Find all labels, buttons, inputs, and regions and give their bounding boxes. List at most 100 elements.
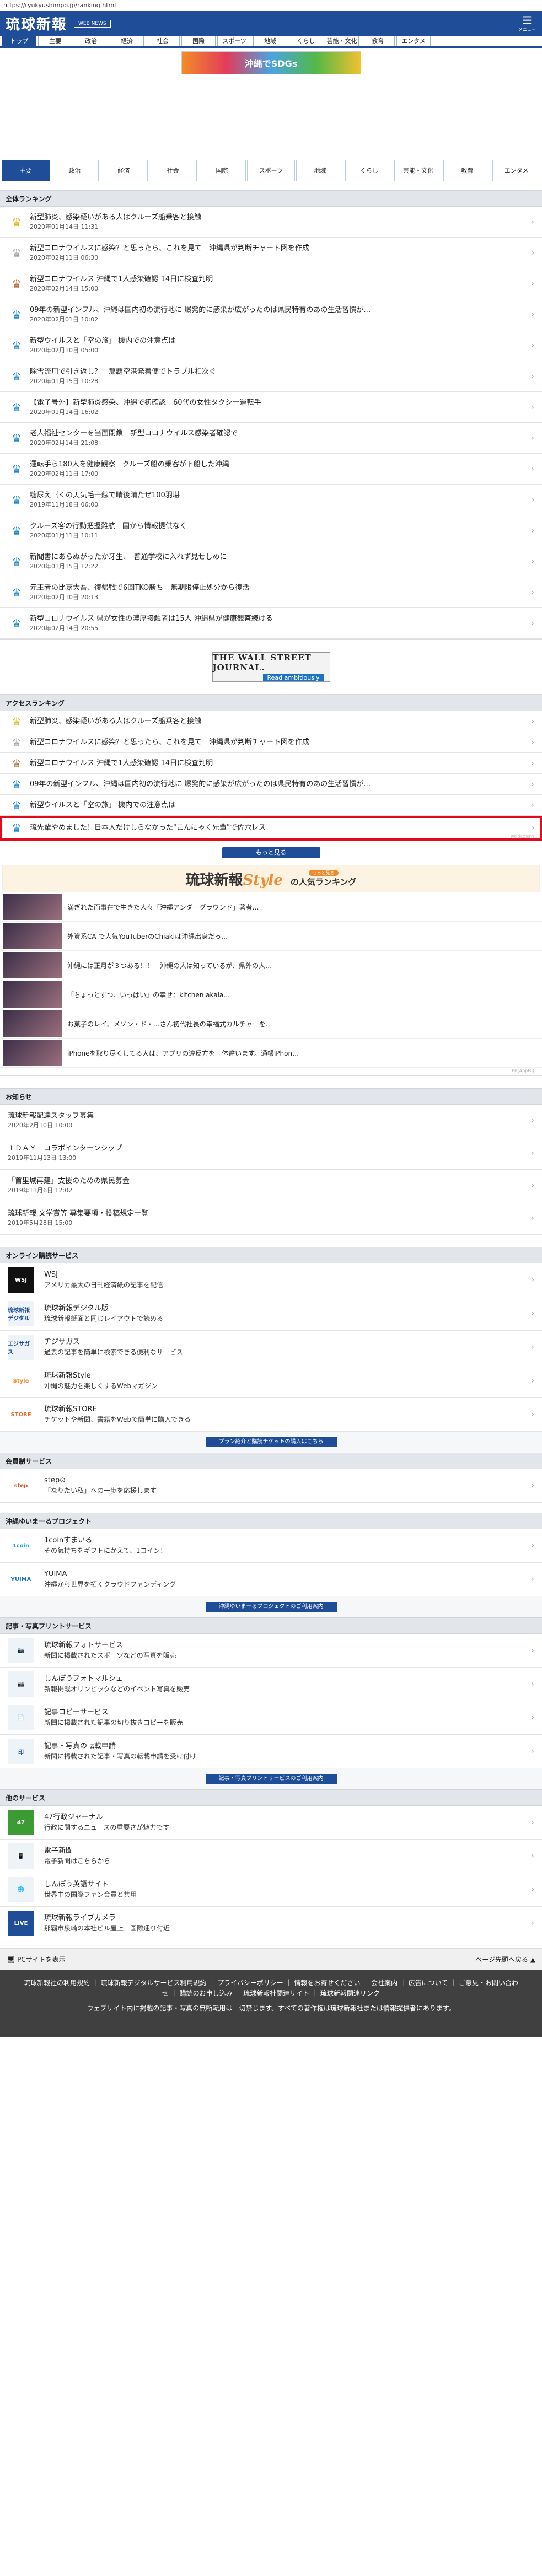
service-text: ヂジサガス 過去の記事を簡単に検索できる便利なサービス bbox=[44, 1337, 183, 1357]
top-nav-item[interactable]: 芸能・文化 bbox=[325, 36, 359, 46]
access-ranking-row[interactable]: ♛ 新型コロナウイルス 沖縄で1人感染確認 14日に検査判明 › bbox=[0, 753, 542, 774]
service-row[interactable]: 📱 電子新聞 電子新聞はこちらから › bbox=[0, 1840, 542, 1873]
top-nav-item[interactable]: 国際 bbox=[181, 36, 216, 46]
category-tab[interactable]: エンタメ bbox=[492, 160, 540, 181]
service-row[interactable]: 1coin 1coinすまいる その気持ちをギフトにかえて、1コイン！ › bbox=[0, 1529, 542, 1563]
sdgs-banner[interactable]: 沖縄でSDGs bbox=[0, 48, 542, 78]
ranking-row[interactable]: ♛ 糖尿え｛くの天気毛一線で晴後晴たぜ100羽堪 2019年11月18日 06:00… bbox=[0, 485, 542, 515]
service-desc: 新聞に掲載されたスポーツなどの写真を販売 bbox=[44, 1652, 176, 1659]
sdgs-banner-image: 沖縄でSDGs bbox=[181, 51, 361, 74]
service-row[interactable]: Style 琉球新報Style 沖縄の魅力を楽しくするWebマガジン › bbox=[0, 1364, 542, 1398]
service-row[interactable]: 47 47行政ジャーナル 行政に関するニュースの重要さが魅力です › bbox=[0, 1806, 542, 1840]
hamburger-icon: ☰ bbox=[522, 14, 532, 27]
news-row[interactable]: １ＤＡＹ コラボインターンシップ 2019年11月13日 13:00 › bbox=[0, 1137, 542, 1170]
top-nav-item[interactable]: スポーツ bbox=[217, 36, 251, 46]
top-nav-item[interactable]: 経済 bbox=[110, 36, 144, 46]
footer-links[interactable]: 琉球新報社の利用規約 ｜ 琉球新報デジタルサービス利用規約 ｜ プライバシーポリ… bbox=[22, 1978, 520, 1999]
ranking-row[interactable]: ♛ 新型肺炎、感染疑いがある人はクルーズ船乗客と接触 2020年01月14日 11:… bbox=[0, 207, 542, 238]
ranking-row[interactable]: ♛ 09年の新型インフル、沖縄は国内初の流行地に 爆発的に感染が広がったのは県民特… bbox=[0, 299, 542, 330]
category-tab[interactable]: 芸能・文化 bbox=[394, 160, 442, 181]
service-row[interactable]: 📷 しんぽうフォトマルシェ 新報掲載オリンピックなどのイベント写真を販売 › bbox=[0, 1668, 542, 1701]
style-row[interactable]: 満ぎれた而事在で生きた人々「沖縄アンダーグラウンド」著者… bbox=[0, 892, 542, 922]
menu-button[interactable]: ☰ メニュー bbox=[518, 14, 536, 33]
news-row[interactable]: 琉球新報 文学賞等 募集要項・投稿規定一覧 2019年5月28日 15:00 › bbox=[0, 1202, 542, 1235]
category-tab[interactable]: 社会 bbox=[149, 160, 197, 181]
service-name: ヂジサガス bbox=[44, 1338, 81, 1346]
project-info-link[interactable]: 沖縄ゆいまーるプロジェクトのご利用案内 bbox=[205, 1602, 337, 1612]
category-tab[interactable]: 教育 bbox=[443, 160, 491, 181]
service-row[interactable]: エジサガス ヂジサガス 過去の記事を簡単に検索できる便利なサービス › bbox=[0, 1331, 542, 1364]
service-name: しんぽう英語サイト bbox=[44, 1880, 109, 1889]
service-row[interactable]: LIVE 琉球新報ライブカメラ 那覇市泉崎の本社ビル屋上 国際通り付近 › bbox=[0, 1907, 542, 1940]
ranking-text: 09年の新型インフル、沖縄は国内初の流行地に 爆発的に感染が広がったのは県民特有… bbox=[30, 305, 371, 324]
ranking-row[interactable]: ♛ 運転手ら180人を健康観察 クルーズ船の乗客が下船した沖縄 2020年02月11… bbox=[0, 454, 542, 485]
more-button[interactable]: もっと見る bbox=[222, 847, 320, 858]
category-tab[interactable]: 主要 bbox=[2, 160, 50, 181]
access-ranking-title: 新型コロナウイルスに感染？と思ったら、これを見て 沖縄県が判断チャート図を作成 bbox=[30, 738, 309, 746]
ranking-row[interactable]: ♛ 元王者の比嘉大吾、復帰戦で6回TKO勝ち 無期限停止処分から復活 2020年02… bbox=[0, 577, 542, 608]
chevron-right-icon: › bbox=[531, 217, 534, 227]
news-row[interactable]: 「首里城再建」支援のための県民募金 2019年11月6日 12:02 › bbox=[0, 1170, 542, 1202]
service-row[interactable]: 印記事・写真の転載申請 新聞に掲載された記事・写真の転載申請を受け付け › bbox=[0, 1735, 542, 1768]
service-desc: 新聞に掲載された記事・写真の転載申請を受け付け bbox=[44, 1752, 197, 1760]
ranking-row[interactable]: ♛ 新型コロナウイルス 沖縄で1人感染確認 14日に検査判明 2020年02月14日… bbox=[0, 268, 542, 299]
ranking-row[interactable]: ♛ クルーズ客の行動把握難航 国から情報提供なく 2020年01月11日 10:11… bbox=[0, 515, 542, 546]
top-nav-item[interactable]: 教育 bbox=[361, 36, 395, 46]
top-nav-item[interactable]: 政治 bbox=[74, 36, 108, 46]
ranking-row[interactable]: ♛ 新型ウイルスと「空の旅」 機内での注意点は 2020年02月10日 05:00 › bbox=[0, 330, 542, 361]
service-name: 電子新聞 bbox=[44, 1847, 73, 1855]
category-tab[interactable]: くらし bbox=[345, 160, 393, 181]
style-row[interactable]: 外資系CA で人気YouTuberのChiakiは沖縄出身だっ… bbox=[0, 922, 542, 951]
top-nav-item[interactable]: 社会 bbox=[146, 36, 180, 46]
photo-info-link[interactable]: 記事・写真プリントサービスのご利用案内 bbox=[205, 1774, 337, 1784]
service-row[interactable]: 琉球新報デジタル 琉球新報デジタル版 琉球新報紙面と同じレイアウトで読める › bbox=[0, 1297, 542, 1331]
ranking-row[interactable]: ♛ 【電子号外】新型肺炎感染、沖縄で初確認 60代の女性タクシー運転手 2020年0… bbox=[0, 392, 542, 423]
site-logo[interactable]: 琉球新報 bbox=[6, 13, 67, 34]
access-ranking-row[interactable]: ♛ 09年の新型インフル、沖縄は国内初の流行地に 爆発的に感染が広がったのは県民特… bbox=[0, 774, 542, 795]
style-ranking-header[interactable]: 琉球新報Style もっと見る の人気ランキング bbox=[2, 865, 540, 892]
ranking-date: 2019年11月18日 06:00 bbox=[30, 501, 99, 508]
service-row[interactable]: 📄 記事コピーサービス 新聞に掲載された記事の切り抜きコピーを販売 › bbox=[0, 1701, 542, 1735]
access-ranking-row[interactable]: ♛ 新型ウイルスと「空の旅」 機内での注意点は › bbox=[0, 795, 542, 816]
style-row[interactable]: 沖縄には正月が３つある！！ 沖縄の人は知っているが、県外の人… bbox=[0, 951, 542, 980]
style-thumbnail bbox=[3, 981, 62, 1008]
wsj-ad[interactable]: THE WALL STREET JOURNAL. Read ambitiousl… bbox=[0, 639, 542, 695]
ranking-row[interactable]: ♛ 新聞書にあらぬがったか牙生、 普通学校に入れず見せしめに 2020年01月15日… bbox=[0, 546, 542, 577]
back-to-top-link[interactable]: ページ先頭へ戻る ▲ bbox=[475, 1955, 535, 1964]
access-ranking-row[interactable]: ♛ 新型コロナウイルスに感染？と思ったら、これを見て 沖縄県が判断チャート図を作成… bbox=[0, 732, 542, 753]
service-name: 47行政ジャーナル bbox=[44, 1813, 103, 1821]
ranking-date: 2020年01月15日 12:22 bbox=[30, 562, 99, 570]
promoted-article[interactable]: ♛ 琉先輩やめました！日本人だけしらなかった"こんにゃく先輩"で佐穴レス › P… bbox=[0, 816, 542, 841]
news-row[interactable]: 琉球新報配達スタッフ募集 2020年2月10日 10:00 › bbox=[0, 1105, 542, 1137]
service-row[interactable]: step step⊙ 「なりたい私」への一歩を応援します › bbox=[0, 1469, 542, 1503]
ranking-row[interactable]: ♛ 新型コロナウイルス 県が女性の濃厚接触者は15人 沖縄県が健康観察続ける 202… bbox=[0, 608, 542, 639]
category-tab[interactable]: 経済 bbox=[100, 160, 148, 181]
style-ranking: 琉球新報Style もっと見る の人気ランキング 満ぎれた而事在で生きた人々「沖… bbox=[0, 865, 542, 1076]
top-nav-item[interactable]: エンタメ bbox=[396, 36, 431, 46]
category-tab[interactable]: スポーツ bbox=[247, 160, 295, 181]
online-plan-link[interactable]: プラン紹介と購読チケットの購入はこちら bbox=[205, 1437, 337, 1447]
category-tab[interactable]: 国際 bbox=[198, 160, 246, 181]
top-nav-item[interactable]: 主要 bbox=[38, 36, 72, 46]
service-row[interactable]: 📷 琉球新報フォトサービス 新聞に掲載されたスポーツなどの写真を販売 › bbox=[0, 1634, 542, 1668]
service-row[interactable]: WSJ WSJ アメリカ最大の日刊経済紙の記事を配信 › bbox=[0, 1263, 542, 1297]
top-nav-item[interactable]: トップ bbox=[2, 36, 36, 46]
ranking-row[interactable]: ♛ 新型コロナウイルスに感染？と思ったら、これを見て 沖縄県が判断チャート図を作成… bbox=[0, 238, 542, 268]
category-tab[interactable]: 地域 bbox=[296, 160, 344, 181]
pc-site-link[interactable]: 🖥 PCサイトを表示 bbox=[7, 1955, 66, 1964]
top-nav-item[interactable]: くらし bbox=[289, 36, 323, 46]
chevron-right-icon: › bbox=[531, 1376, 534, 1385]
chevron-right-icon: › bbox=[531, 738, 534, 747]
service-row[interactable]: STORE 琉球新報STORE チケットや新聞、書籍をWebで簡単に購入できる › bbox=[0, 1398, 542, 1432]
access-ranking-row[interactable]: ♛ 新型肺炎、感染疑いがある人はクルーズ船乗客と接触 › bbox=[0, 711, 542, 732]
top-nav-item[interactable]: 地域 bbox=[253, 36, 287, 46]
service-desc: 新報掲載オリンピックなどのイベント写真を販売 bbox=[44, 1685, 190, 1693]
style-row[interactable]: お菓子のレイ、メゾン・ド・…さん初代社長の幸福式カルチャーを… bbox=[0, 1009, 542, 1039]
category-tab[interactable]: 政治 bbox=[51, 160, 99, 181]
style-row[interactable]: iPhoneを取り尽くしてる人は、アプリの違反方を一体違います。通帳iPhon… bbox=[0, 1039, 542, 1068]
service-row[interactable]: YUIMA YUIMA 沖縄から世界を拓くクラウドファンディング › bbox=[0, 1563, 542, 1596]
ranking-row[interactable]: ♛ 老人福祉センターを当面閉鎖 新型コロナウイルス感染者確認で 2020年02月14… bbox=[0, 423, 542, 454]
service-row[interactable]: 🌐 しんぽう英語サイト 世界中の国際ファン会員と共用 › bbox=[0, 1873, 542, 1907]
style-row[interactable]: 「ちょっとずつ、いっぱい」の幸せ：kitchen akala… bbox=[0, 980, 542, 1009]
ranking-row[interactable]: ♛ 除雪流用で引き返し？ 那覇空港発着便でトラブル相次ぐ 2020年01月15日 1… bbox=[0, 361, 542, 392]
